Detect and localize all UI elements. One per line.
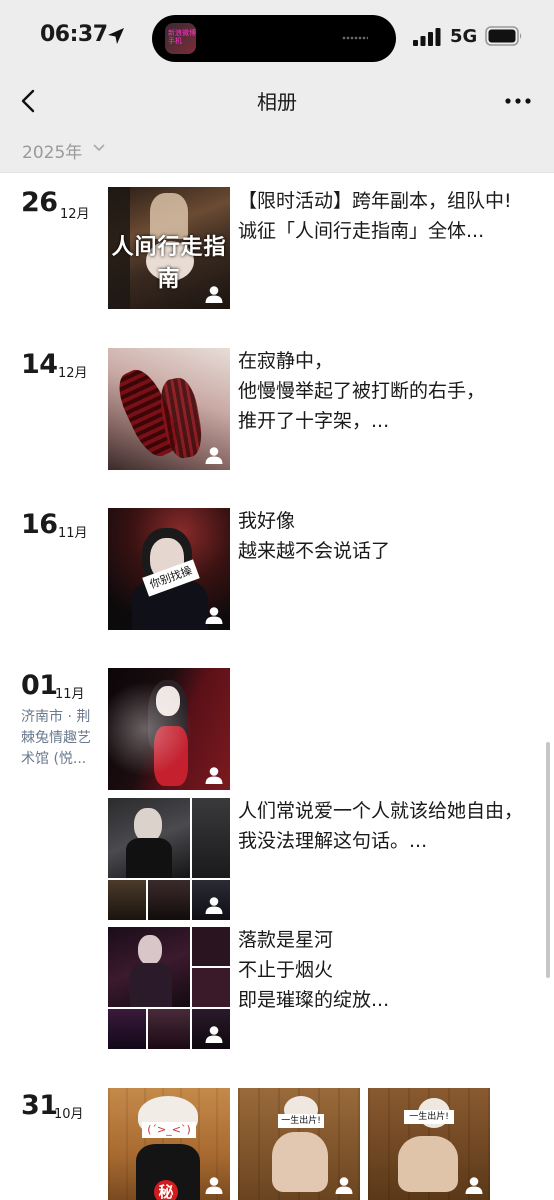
stamp-badge: 秘 [154,1180,178,1200]
post-image[interactable]: 一生出片! [368,1088,490,1200]
image-caption: (´>_<`) [142,1122,196,1138]
post-image-collage[interactable] [108,798,230,920]
year-filter-label[interactable]: 2025年 [22,138,82,163]
chevron-down-icon[interactable] [93,144,105,152]
post-text[interactable]: 在寂静中， 他慢慢举起了被打断的右手， 推开了十字架，... [238,346,528,436]
scrollbar[interactable] [546,742,550,978]
island-thumb-text: 新浪微博 手机 [168,29,196,45]
location-arrow-icon [108,28,124,44]
post-image[interactable] [108,668,230,790]
post-image[interactable]: 你别找操 [108,508,230,630]
post-day: 31 [21,1090,58,1121]
post-month: 12月 [58,366,88,381]
post-day: 16 [21,509,58,540]
post-month: 11月 [58,526,88,541]
post-text[interactable]: 落款是星河 不止于烟火 即是璀璨的绽放... [238,925,528,1015]
post-month: 12月 [60,207,90,222]
more-options-icon[interactable] [504,92,532,110]
post-image[interactable]: (´>_<`) 秘 [108,1088,230,1200]
user-badge-icon [204,445,224,465]
post-image[interactable]: 人间行走指南 [108,187,230,309]
nav-bar: 相册 [0,76,554,126]
post-day: 14 [21,349,58,380]
image-caption: 一生出片! [278,1114,324,1128]
cellular-signal-icon [413,28,441,46]
network-type: 5G [450,26,478,47]
post-image[interactable]: 一生出片! [238,1088,360,1200]
app-thumbnail-icon: 新浪微博 手机 [165,23,196,54]
post-text[interactable]: 【限时活动】跨年副本，组队中! 诚征「人间行走指南」全体... [238,186,528,246]
post-month: 10月 [54,1107,84,1122]
post-image-collage[interactable] [108,927,230,1049]
post-location[interactable]: 济南市 · 荆棘兔情趣艺术馆 (悦... [21,707,99,770]
dynamic-island[interactable]: 新浪微博 手机 [152,15,396,62]
user-badge-icon [204,284,224,304]
page-title: 相册 [257,90,297,114]
user-badge-icon [204,605,224,625]
status-time: 06:37 [40,22,108,47]
user-badge-icon [204,765,224,785]
user-badge-icon [334,1175,354,1195]
user-badge-icon [464,1175,484,1195]
post-image[interactable] [108,348,230,470]
post-day: 26 [21,187,58,218]
user-badge-icon [204,1175,224,1195]
post-month: 11月 [55,687,85,702]
status-bar: 06:37 新浪微博 手机 5G [0,0,554,76]
year-filter-bar[interactable]: 2025年 [0,126,554,173]
battery-icon [485,26,522,46]
user-badge-icon [204,1024,224,1044]
post-text[interactable]: 人们常说爱一个人就该给她自由， 我没法理解这句话。... [238,796,528,856]
waveform-icon [342,35,368,41]
post-text[interactable]: 我好像 越来越不会说话了 [238,506,528,566]
image-caption: 一生出片! [404,1110,454,1124]
user-badge-icon [204,895,224,915]
post-day: 01 [21,670,58,701]
